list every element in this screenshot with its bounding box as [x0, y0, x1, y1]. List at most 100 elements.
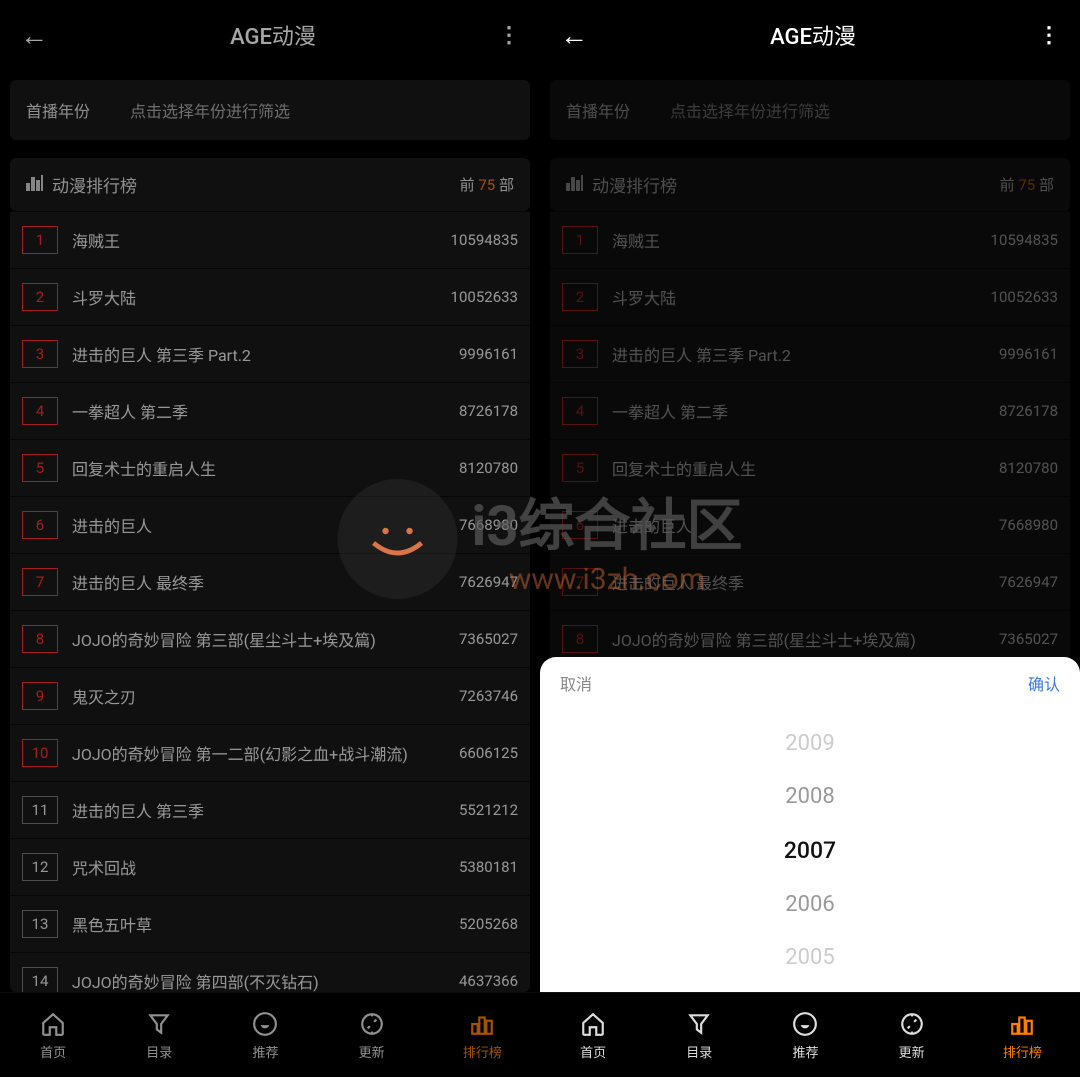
nav-item-排行榜[interactable]: 排行榜: [1003, 1009, 1042, 1061]
back-icon[interactable]: ←: [560, 19, 588, 52]
list-item[interactable]: 7进击的巨人 最终季7626947: [550, 553, 1070, 610]
bottom-nav: 首页 目录推荐 更新排行榜: [540, 992, 1080, 1077]
anime-views: 10594835: [451, 231, 518, 249]
anime-name: 进击的巨人 第三季 Part.2: [612, 342, 999, 366]
nav-icon: [357, 1009, 387, 1039]
anime-views: 10594835: [991, 231, 1058, 249]
picker-confirm-button[interactable]: 确认: [1028, 671, 1060, 695]
anime-name: 一拳超人 第二季: [72, 399, 459, 423]
rank-badge: 2: [562, 283, 598, 311]
nav-label: 推荐: [792, 1042, 818, 1061]
nav-icon: [1007, 1009, 1037, 1039]
nav-item-推荐[interactable]: 推荐: [790, 1009, 820, 1061]
more-icon[interactable]: ⋮: [498, 23, 520, 48]
list-item[interactable]: 10JOJO的奇妙冒险 第一二部(幻影之血+战斗潮流)6606125: [10, 724, 530, 781]
rank-badge: 12: [22, 853, 58, 881]
rank-badge: 6: [22, 511, 58, 539]
picker-option[interactable]: 2006: [785, 892, 834, 917]
anime-name: 斗罗大陆: [72, 285, 451, 309]
list-item[interactable]: 4一拳超人 第二季8726178: [10, 382, 530, 439]
picker-option[interactable]: 2007: [784, 837, 836, 864]
nav-item-目录[interactable]: 目录: [684, 1009, 714, 1061]
anime-views: 7668980: [999, 516, 1058, 534]
picker-wheel[interactable]: 2009 2008 2007 2006 2005: [540, 709, 1080, 992]
anime-name: 进击的巨人: [72, 513, 459, 537]
list-item[interactable]: 6 进击的巨人7668980: [10, 496, 530, 553]
rank-badge: 8: [22, 625, 58, 653]
anime-name: 海贼王: [72, 228, 451, 252]
anime-ranking-list[interactable]: 1海贼王105948352斗罗大陆100526333进击的巨人 第三季 Part…: [10, 211, 530, 992]
anime-views: 7626947: [459, 573, 518, 591]
nav-item-更新[interactable]: 更新: [897, 1009, 927, 1061]
rank-badge: 2: [22, 283, 58, 311]
anime-name: 一拳超人 第二季: [612, 399, 999, 423]
more-icon[interactable]: ⋮: [1038, 23, 1060, 48]
list-item[interactable]: 5回复术士的重启人生8120780: [550, 439, 1070, 496]
page-title: AGE动漫: [588, 19, 1038, 51]
list-item[interactable]: 7 进击的巨人 最终季7626947: [10, 553, 530, 610]
rank-subtitle: 前 75 部: [1000, 174, 1054, 195]
picker-option[interactable]: 2005: [785, 945, 834, 970]
nav-item-更新[interactable]: 更新: [357, 1009, 387, 1061]
list-item[interactable]: 1 海贼王10594835: [10, 211, 530, 268]
anime-name: 进击的巨人 第三季: [72, 798, 459, 822]
list-item[interactable]: 12咒术回战5380181: [10, 838, 530, 895]
rank-badge: 3: [562, 340, 598, 368]
rank-badge: 13: [22, 910, 58, 938]
picker-option[interactable]: 2008: [785, 784, 834, 809]
rank-subtitle: 前 75 部: [460, 174, 514, 195]
anime-views: 7668980: [459, 516, 518, 534]
list-item[interactable]: 2斗罗大陆10052633: [10, 268, 530, 325]
list-item[interactable]: 8 JOJO的奇妙冒险 第三部(星尘斗士+埃及篇)7365027: [10, 610, 530, 667]
list-item[interactable]: 6进击的巨人7668980: [550, 496, 1070, 553]
nav-item-首页[interactable]: 首页: [38, 1009, 68, 1061]
rank-badge: 7: [22, 568, 58, 596]
page-title: AGE动漫: [48, 19, 498, 51]
anime-views: 7365027: [459, 630, 518, 648]
picker-cancel-button[interactable]: 取消: [560, 671, 592, 695]
header: ← AGE动漫 ⋮: [0, 0, 540, 70]
anime-views: 5380181: [459, 858, 518, 876]
list-item[interactable]: 2斗罗大陆10052633: [550, 268, 1070, 325]
nav-item-目录[interactable]: 目录: [144, 1009, 174, 1061]
rank-badge: 5: [22, 454, 58, 482]
nav-label: 排行榜: [1003, 1042, 1042, 1061]
nav-item-推荐[interactable]: 推荐: [250, 1009, 280, 1061]
nav-item-排行榜[interactable]: 排行榜: [463, 1009, 502, 1061]
filter-label: 首播年份: [566, 98, 630, 122]
list-item[interactable]: 13黑色五叶草5205268: [10, 895, 530, 952]
nav-label: 首页: [40, 1042, 66, 1061]
anime-name: 进击的巨人: [612, 513, 999, 537]
nav-icon: [790, 1009, 820, 1039]
nav-label: 排行榜: [463, 1042, 502, 1061]
year-picker-sheet: 取消 确认 2009 2008 2007 2006 2005: [540, 657, 1080, 992]
list-item[interactable]: 9鬼灭之刃7263746: [10, 667, 530, 724]
list-item[interactable]: 5回复术士的重启人生8120780: [10, 439, 530, 496]
picker-option[interactable]: 2009: [785, 731, 834, 756]
rank-badge: 9: [22, 682, 58, 710]
anime-name: 进击的巨人 最终季: [72, 570, 459, 594]
rank-badge: 5: [562, 454, 598, 482]
nav-icon: [578, 1009, 608, 1039]
nav-label: 推荐: [252, 1042, 278, 1061]
anime-name: JOJO的奇妙冒险 第四部(不灭钻石): [72, 969, 459, 992]
list-item[interactable]: 11进击的巨人 第三季5521212: [10, 781, 530, 838]
anime-views: 8120780: [999, 459, 1058, 477]
list-item[interactable]: 3进击的巨人 第三季 Part.29996161: [10, 325, 530, 382]
list-item[interactable]: 14JOJO的奇妙冒险 第四部(不灭钻石)4637366: [10, 952, 530, 992]
rank-title: 动漫排行榜: [52, 172, 460, 197]
anime-views: 7365027: [999, 630, 1058, 648]
anime-views: 8726178: [459, 402, 518, 420]
nav-item-首页[interactable]: 首页: [578, 1009, 608, 1061]
list-item[interactable]: 3 进击的巨人 第三季 Part.29996161: [550, 325, 1070, 382]
back-icon[interactable]: ←: [20, 19, 48, 52]
year-filter[interactable]: 首播年份 点击选择年份进行筛选: [550, 80, 1070, 140]
nav-icon: [467, 1009, 497, 1039]
year-filter[interactable]: 首播年份 点击选择年份进行筛选: [10, 80, 530, 140]
anime-views: 9996161: [999, 345, 1058, 363]
list-item[interactable]: 1海贼王10594835: [550, 211, 1070, 268]
list-item[interactable]: 4一拳超人 第二季8726178: [550, 382, 1070, 439]
anime-name: JOJO的奇妙冒险 第三部(星尘斗士+埃及篇): [72, 627, 459, 651]
rank-badge: 1: [22, 226, 58, 254]
nav-label: 更新: [359, 1042, 385, 1061]
